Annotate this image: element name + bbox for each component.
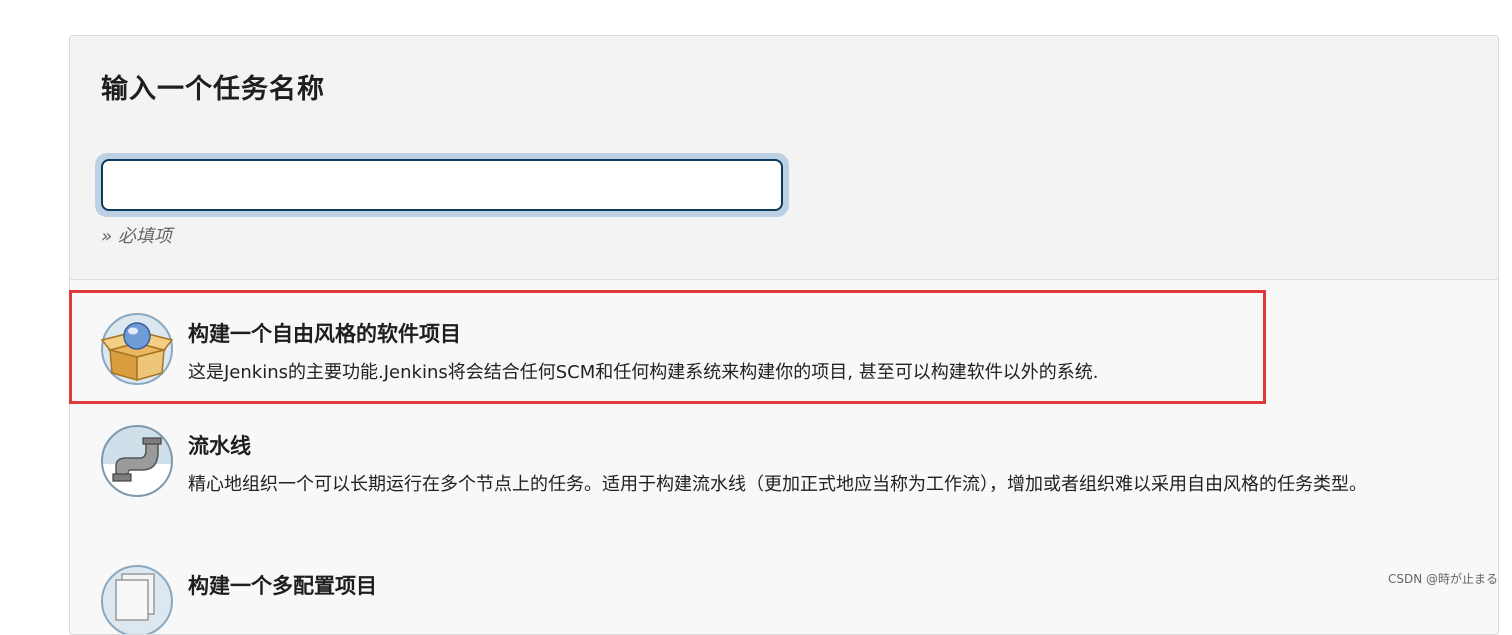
multi-config-icon	[101, 565, 173, 634]
item-type-multi-config[interactable]: 构建一个多配置项目	[70, 564, 1498, 634]
item-type-name: 构建一个自由风格的软件项目	[188, 322, 461, 346]
item-type-freestyle[interactable]: 构建一个自由风格的软件项目 这是Jenkins的主要功能.Jenkins将会结合…	[70, 304, 1498, 414]
item-name-section: 输入一个任务名称 » 必填项	[70, 36, 1498, 280]
freestyle-box-icon	[100, 313, 174, 385]
page-title: 输入一个任务名称	[101, 74, 325, 105]
item-type-name: 流水线	[188, 434, 251, 458]
required-hint: » 必填项	[101, 226, 172, 247]
item-name-input[interactable]	[101, 159, 783, 211]
item-type-description: 精心地组织一个可以长期运行在多个节点上的任务。适用于构建流水线（更加正式地应当称…	[188, 474, 1367, 495]
new-item-panel: 输入一个任务名称 » 必填项 构建一个自由风格的软件项目 这是Jenkins的主…	[69, 35, 1499, 635]
item-type-name: 构建一个多配置项目	[188, 574, 377, 598]
item-type-description: 这是Jenkins的主要功能.Jenkins将会结合任何SCM和任何构建系统来构…	[188, 362, 1099, 383]
item-type-pipeline[interactable]: 流水线 精心地组织一个可以长期运行在多个节点上的任务。适用于构建流水线（更加正式…	[70, 420, 1498, 560]
pipeline-pipe-icon	[101, 425, 173, 497]
watermark: CSDN @時が止まる	[1387, 572, 1498, 586]
